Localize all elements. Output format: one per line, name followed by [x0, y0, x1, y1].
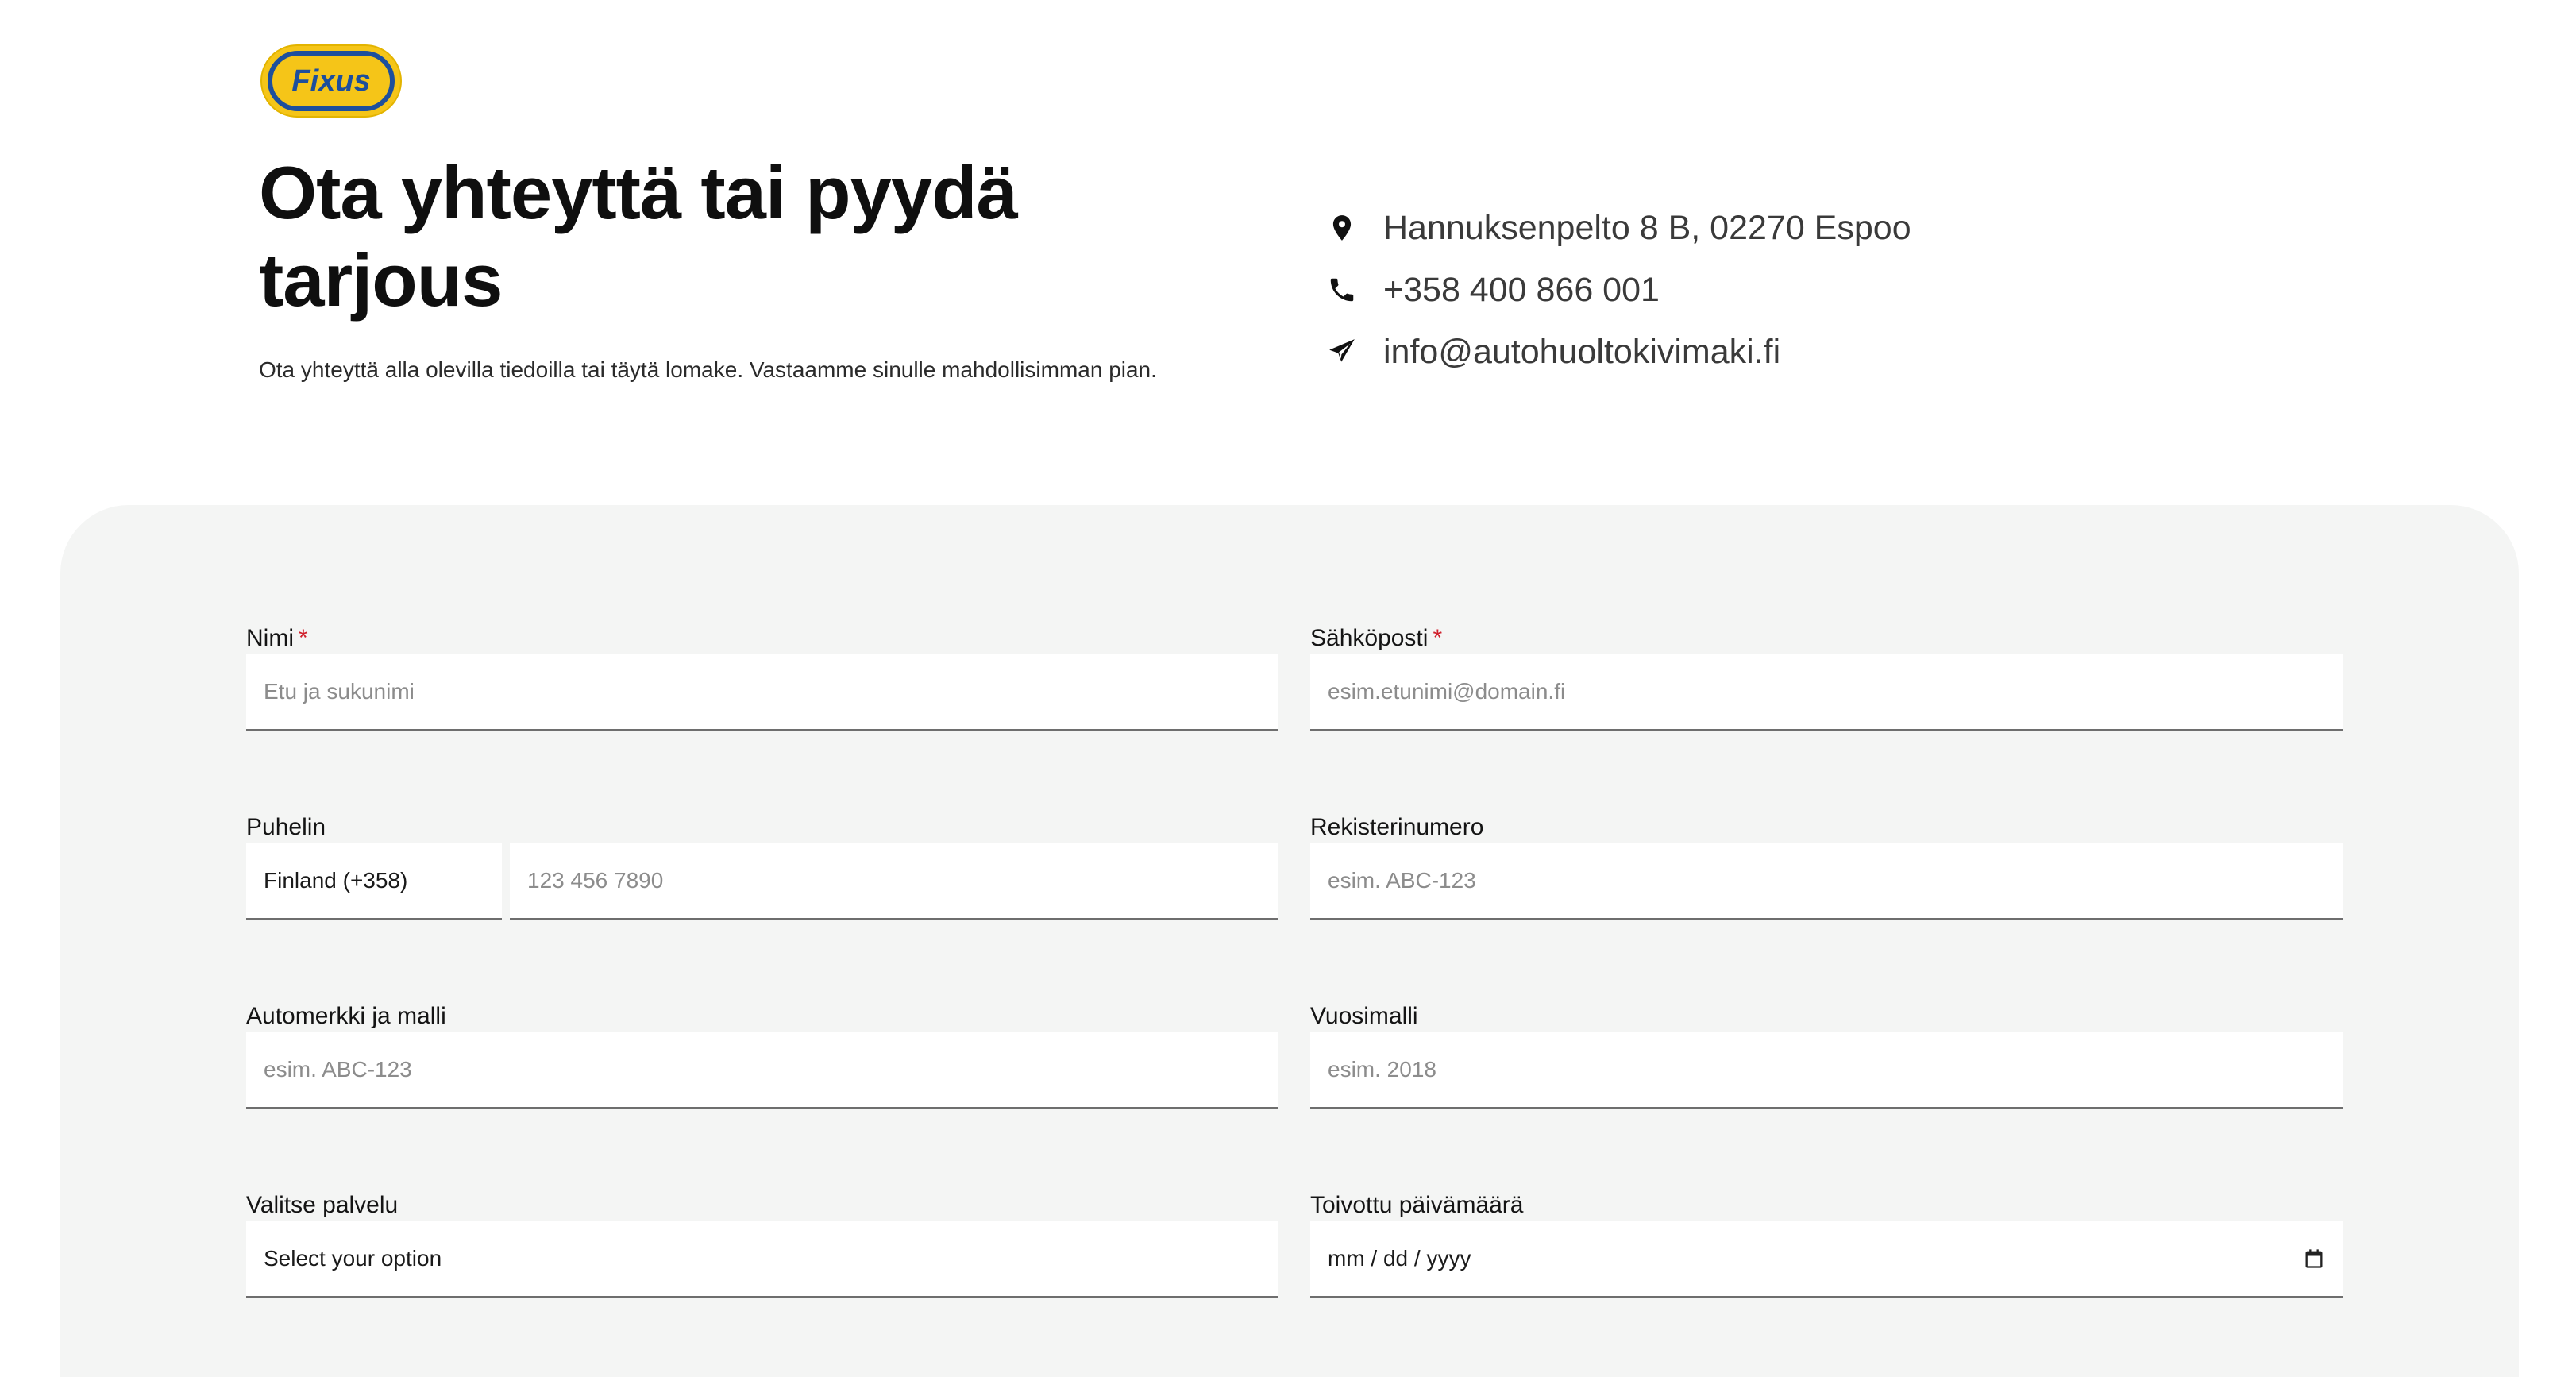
contact-address: Hannuksenpelto 8 B, 02270 Espoo [1325, 197, 1911, 259]
email-text[interactable]: info@autohuoltokivimaki.fi [1383, 333, 1780, 372]
date-input[interactable]: mm / dd / yyyy [1310, 1221, 2343, 1298]
car-model-label: Automerkki ja malli [246, 1003, 446, 1029]
date-field: Toivottu päivämäärä mm / dd / yyyy [1310, 1190, 2343, 1298]
service-label: Valitse palvelu [246, 1192, 399, 1218]
page-subtitle: Ota yhteyttä alla olevilla tiedoilla tai… [259, 357, 1157, 382]
contact-info: Hannuksenpelto 8 B, 02270 Espoo +358 400… [1325, 197, 1911, 383]
location-pin-icon [1325, 210, 1359, 245]
registration-label: Rekisterinumero [1310, 814, 1484, 840]
email-input[interactable]: esim.etunimi@domain.fi [1310, 654, 2343, 731]
year-input[interactable]: esim. 2018 [1310, 1032, 2343, 1109]
contact-phone[interactable]: +358 400 866 001 [1325, 259, 1911, 321]
address-text: Hannuksenpelto 8 B, 02270 Espoo [1383, 208, 1911, 247]
name-field: Nimi * Etu ja sukunimi [246, 623, 1278, 731]
contact-page: Fixus Ota yhteyttä tai pyydä tarjous Ota… [0, 0, 2576, 1377]
contact-form-panel: Nimi * Etu ja sukunimi Sähköposti * esim.e… [60, 505, 2519, 1377]
send-icon [1325, 334, 1359, 369]
page-title: Ota yhteyttä tai pyydä tarjous [259, 151, 1018, 322]
fixus-logo[interactable]: Fixus [259, 43, 403, 119]
phone-field: Puhelin Finland (+358) 123 456 7890 [246, 812, 1278, 920]
email-field: Sähköposti * esim.etunimi@domain.fi [1310, 623, 2343, 731]
year-field: Vuosimalli esim. 2018 [1310, 1001, 2343, 1109]
phone-text[interactable]: +358 400 866 001 [1383, 271, 1660, 310]
required-mark: * [299, 625, 308, 651]
email-label: Sähköposti [1310, 625, 1429, 651]
country-code-select[interactable]: Finland (+358) [246, 843, 502, 920]
service-field: Valitse palvelu Select your option [246, 1190, 1278, 1298]
phone-label: Puhelin [246, 814, 326, 840]
registration-field: Rekisterinumero esim. ABC-123 [1310, 812, 2343, 920]
svg-text:Fixus: Fixus [291, 64, 370, 98]
date-value: mm / dd / yyyy [1328, 1246, 1471, 1271]
name-label: Nimi [246, 625, 294, 651]
contact-email[interactable]: info@autohuoltokivimaki.fi [1325, 321, 1911, 383]
calendar-icon[interactable] [2303, 1248, 2325, 1270]
car-model-field: Automerkki ja malli esim. ABC-123 [246, 1001, 1278, 1109]
registration-input[interactable]: esim. ABC-123 [1310, 843, 2343, 920]
required-mark: * [1433, 625, 1443, 651]
year-label: Vuosimalli [1310, 1003, 1418, 1029]
date-label: Toivottu päivämäärä [1310, 1192, 1524, 1218]
phone-icon [1325, 272, 1359, 307]
name-input[interactable]: Etu ja sukunimi [246, 654, 1278, 731]
phone-input[interactable]: 123 456 7890 [510, 843, 1278, 920]
service-select[interactable]: Select your option [246, 1221, 1278, 1298]
car-model-input[interactable]: esim. ABC-123 [246, 1032, 1278, 1109]
